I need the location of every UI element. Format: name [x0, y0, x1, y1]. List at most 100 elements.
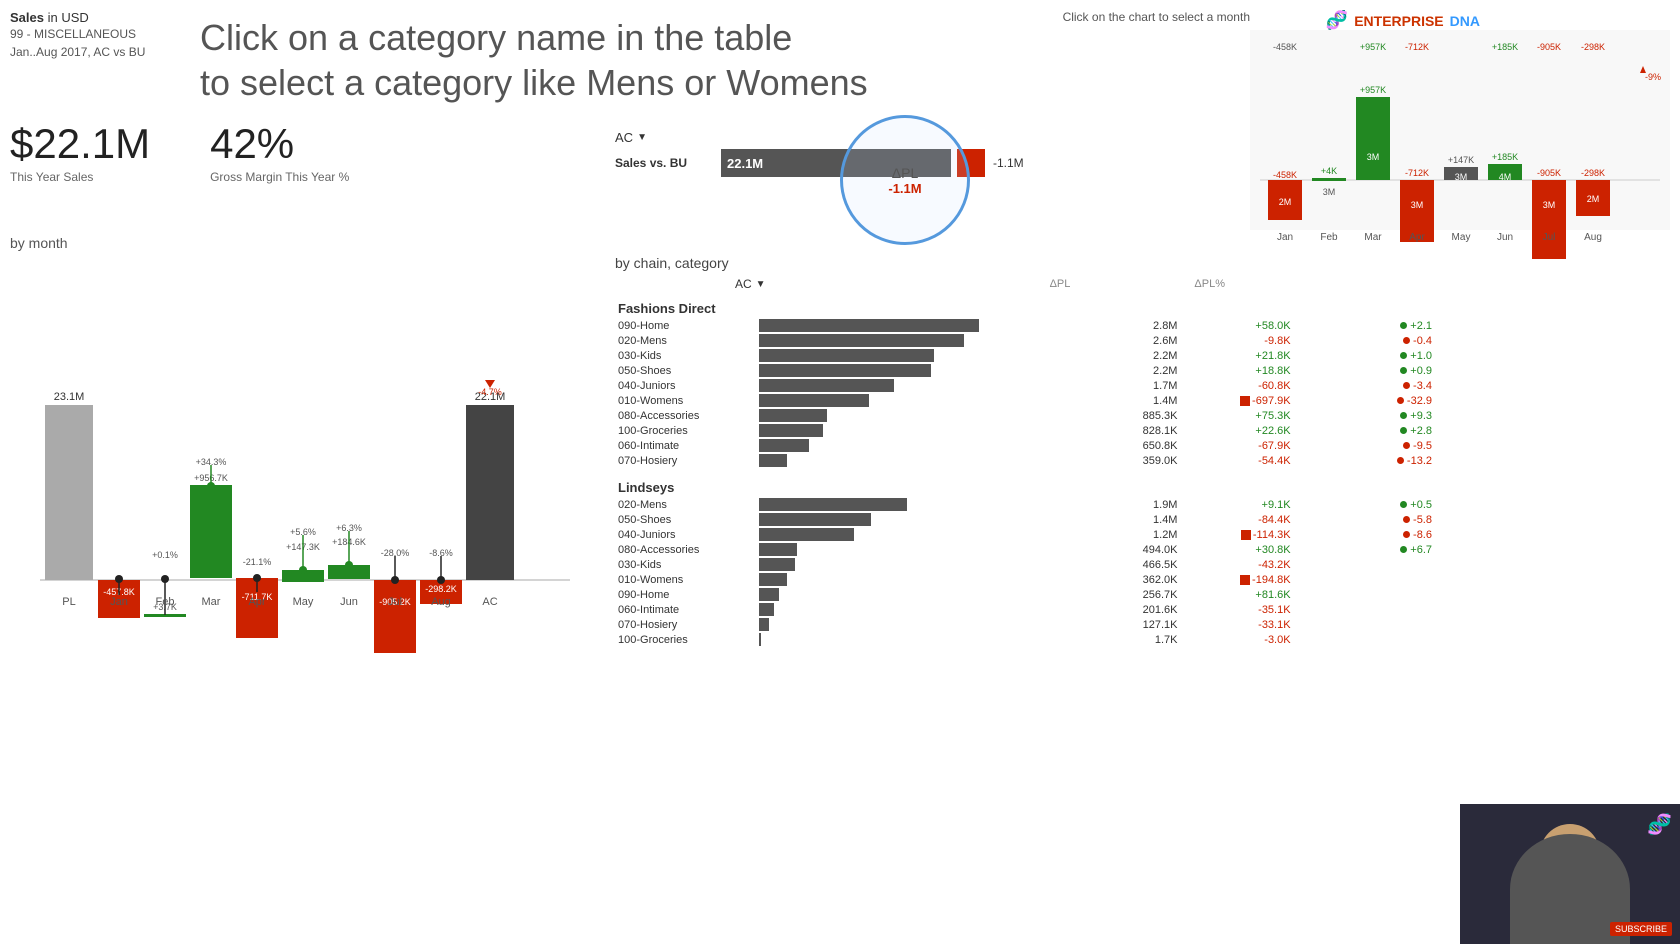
kpi-sales-value: $22.1M	[10, 120, 150, 168]
row-name: 060-Intimate	[615, 602, 756, 617]
svg-text:+0.1%: +0.1%	[152, 550, 178, 560]
row-dpl-pct: -32.9	[1294, 393, 1435, 408]
svg-text:-21.1%: -21.1%	[243, 557, 272, 567]
top-right-bar-chart[interactable]: -458K 2M +4K 3M +957K 3M -712K 3M +147K …	[1250, 30, 1670, 260]
row-name: 040-Juniors	[615, 527, 756, 542]
row-dpl: -3.0K	[1180, 632, 1293, 647]
svg-text:Jul: Jul	[1543, 232, 1556, 243]
svg-text:Jun: Jun	[1497, 232, 1513, 243]
subscribe-button[interactable]: SUBSCRIBE	[1610, 922, 1672, 936]
row-dpl: +18.8K	[1180, 363, 1293, 378]
row-name: 060-Intimate	[615, 438, 756, 453]
table-row[interactable]: 080-Accessories885.3K+75.3K+9.3	[615, 408, 1435, 423]
table-row[interactable]: 090-Home256.7K+81.6K	[615, 587, 1435, 602]
monthly-bar-chart-svg: -458K 2M +4K 3M +957K 3M -712K 3M +147K …	[1250, 30, 1670, 260]
table-row[interactable]: 100-Groceries828.1K+22.6K+2.8	[615, 423, 1435, 438]
table-row[interactable]: 090-Home2.8M+58.0K+2.1	[615, 318, 1435, 333]
row-dpl-pct: +1.0	[1294, 348, 1435, 363]
kpi-sales-label: This Year Sales	[10, 170, 150, 184]
table-row[interactable]: 020-Mens2.6M-9.8K-0.4	[615, 333, 1435, 348]
row-name: 090-Home	[615, 587, 756, 602]
row-bar	[756, 617, 1095, 632]
svg-text:-458K: -458K	[1273, 170, 1297, 180]
row-bar	[756, 512, 1095, 527]
table-row[interactable]: 050-Shoes2.2M+18.8K+0.9	[615, 363, 1435, 378]
table-row[interactable]: 010-Womens362.0K-194.8K	[615, 572, 1435, 587]
svg-text:3M: 3M	[1323, 187, 1336, 197]
row-value: 885.3K	[1096, 408, 1181, 423]
svg-text:Aug: Aug	[1584, 232, 1602, 243]
jul-bar	[374, 580, 416, 653]
table-row[interactable]: 040-Juniors1.7M-60.8K-3.4	[615, 378, 1435, 393]
row-bar	[756, 632, 1095, 647]
circle-value: -1.1M	[888, 181, 921, 196]
table-row[interactable]: 070-Hosiery127.1K-33.1K	[615, 617, 1435, 632]
kpi-sales: $22.1M This Year Sales	[10, 120, 150, 184]
enterprise-text: ENTERPRISE	[1354, 13, 1443, 29]
svg-text:+185K: +185K	[1492, 152, 1518, 162]
chain-table: Fashions Direct 090-Home2.8M+58.0K+2.102…	[615, 293, 1435, 647]
pl-bar	[45, 405, 93, 580]
row-dpl-pct	[1294, 557, 1435, 572]
row-bar	[756, 423, 1095, 438]
waterfall-chart[interactable]: 23.1M -457.8K +3.7K +0.1% +956.7K +34.3%…	[10, 240, 590, 810]
row-value: 201.6K	[1096, 602, 1181, 617]
table-row[interactable]: 080-Accessories494.0K+30.8K+6.7	[615, 542, 1435, 557]
row-dpl-pct: +2.8	[1294, 423, 1435, 438]
fashions-direct-label: Fashions Direct	[615, 293, 1435, 318]
table-row[interactable]: 060-Intimate650.8K-67.9K-9.5	[615, 438, 1435, 453]
row-dpl-pct	[1294, 602, 1435, 617]
svg-text:3M: 3M	[1411, 200, 1424, 210]
table-row[interactable]: 030-Kids466.5K-43.2K	[615, 557, 1435, 572]
row-name: 050-Shoes	[615, 512, 756, 527]
row-value: 1.7K	[1096, 632, 1181, 647]
mar-bar	[190, 485, 232, 578]
kpi-margin: 42% Gross Margin This Year %	[210, 120, 349, 184]
row-dpl: -54.4K	[1180, 453, 1293, 468]
svg-text:May: May	[293, 596, 314, 608]
row-bar	[756, 393, 1095, 408]
row-bar	[756, 542, 1095, 557]
table-row[interactable]: 030-Kids2.2M+21.8K+1.0	[615, 348, 1435, 363]
row-name: 020-Mens	[615, 497, 756, 512]
table-row[interactable]: 050-Shoes1.4M-84.4K-5.8	[615, 512, 1435, 527]
row-bar	[756, 453, 1095, 468]
svg-text:2M: 2M	[1587, 194, 1600, 204]
svg-text:-905K: -905K	[1537, 42, 1561, 52]
kpi-margin-value: 42%	[210, 120, 349, 168]
sales-bar-value: 22.1M	[727, 156, 763, 171]
row-name: 070-Hosiery	[615, 453, 756, 468]
svg-text:Apr: Apr	[1409, 232, 1425, 243]
row-dpl: -33.1K	[1180, 617, 1293, 632]
table-row[interactable]: 100-Groceries1.7K-3.0K	[615, 632, 1435, 647]
svg-text:2M: 2M	[1279, 197, 1292, 207]
svg-text:Feb: Feb	[1320, 232, 1338, 243]
svg-text:-458K: -458K	[1273, 42, 1297, 52]
table-row[interactable]: 010-Womens1.4M-697.9K-32.9	[615, 393, 1435, 408]
row-bar	[756, 587, 1095, 602]
row-dpl-pct: +0.5	[1294, 497, 1435, 512]
row-bar	[756, 438, 1095, 453]
row-name: 030-Kids	[615, 557, 756, 572]
row-name: 010-Womens	[615, 572, 756, 587]
table-row[interactable]: 060-Intimate201.6K-35.1K	[615, 602, 1435, 617]
dna-icon: 🧬	[1326, 10, 1348, 31]
table-row[interactable]: 020-Mens1.9M+9.1K+0.5	[615, 497, 1435, 512]
row-value: 494.0K	[1096, 542, 1181, 557]
svg-text:3M: 3M	[1367, 152, 1380, 162]
row-bar	[756, 602, 1095, 617]
row-bar	[756, 408, 1095, 423]
row-value: 828.1K	[1096, 423, 1181, 438]
svg-text:3M: 3M	[1543, 200, 1556, 210]
ac-label: AC ▼	[615, 130, 1035, 145]
row-bar	[756, 348, 1095, 363]
row-name: 090-Home	[615, 318, 756, 333]
svg-text:+147K: +147K	[1448, 155, 1474, 165]
svg-text:Apr: Apr	[248, 596, 265, 608]
table-row[interactable]: 070-Hosiery359.0K-54.4K-13.2	[615, 453, 1435, 468]
row-name: 050-Shoes	[615, 363, 756, 378]
table-row[interactable]: 040-Juniors1.2M-114.3K-8.6	[615, 527, 1435, 542]
lindseys-label: Lindseys	[615, 468, 1435, 497]
row-dpl-pct: -5.8	[1294, 512, 1435, 527]
row-value: 2.6M	[1096, 333, 1181, 348]
